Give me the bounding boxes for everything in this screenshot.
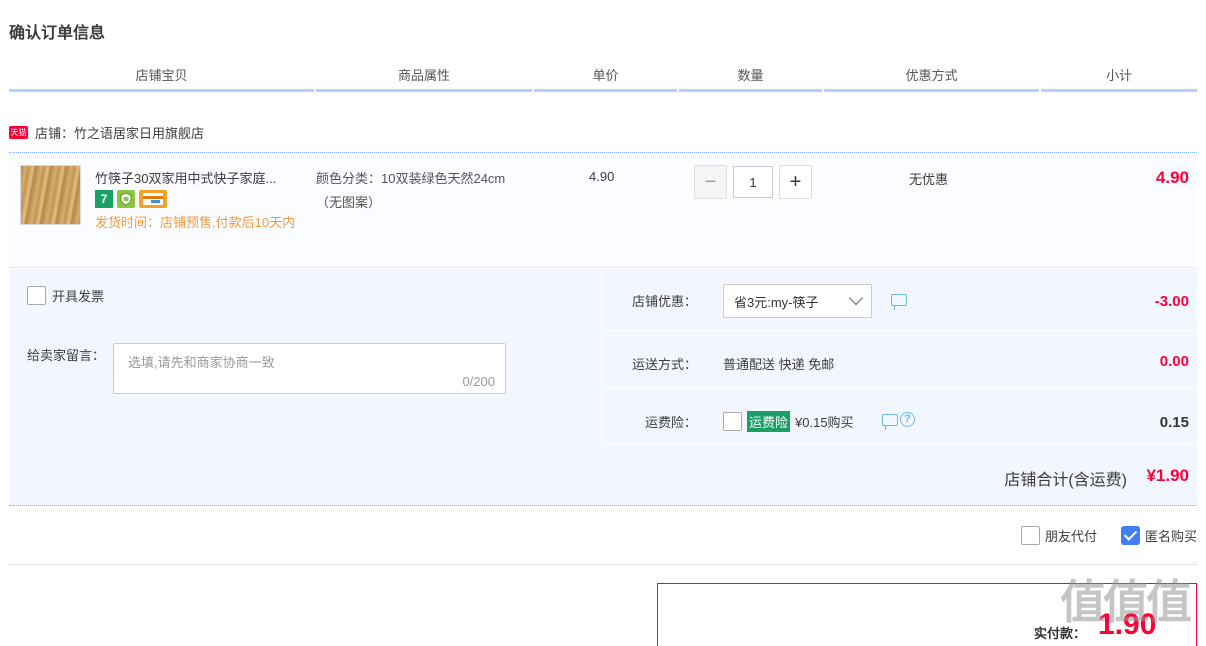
message-counter: 0/200 bbox=[462, 374, 495, 389]
unit-price: 4.90 bbox=[589, 169, 615, 184]
seven-day-return-icon[interactable]: 7 bbox=[95, 190, 113, 208]
shop-total-label: 店铺合计(含运费) bbox=[1004, 472, 1127, 489]
header-discount: 优惠方式 bbox=[824, 66, 1039, 92]
anonymous-checkbox[interactable] bbox=[1120, 526, 1140, 545]
invoice-label: 开具发票 bbox=[52, 289, 105, 304]
header-attributes: 商品属性 bbox=[316, 66, 532, 92]
seller-message-input[interactable]: 选填,请先和商家协商一致 0/200 bbox=[113, 343, 506, 394]
shipping-label: 运送方式： bbox=[631, 357, 697, 372]
ship-time-note: 发货时间：店铺预售,付款后10天内 bbox=[95, 215, 296, 230]
product-title[interactable]: 竹筷子30双家用中式快子家庭... bbox=[95, 168, 305, 187]
header-shop-item: 店铺宝贝 bbox=[9, 66, 314, 92]
insurance-label: 运费险： bbox=[644, 415, 697, 430]
shop-discount-selected: 省3元:my-筷子 bbox=[734, 294, 819, 310]
quantity-stepper: − + bbox=[694, 165, 812, 199]
page-title: 确认订单信息 bbox=[9, 25, 106, 42]
insurance-tag: 运费险 bbox=[747, 411, 791, 432]
anonymous-label: 匿名购买 bbox=[1144, 529, 1197, 544]
item-subtotal: 4.90 bbox=[1155, 168, 1189, 187]
order-options-panel: 开具发票 给卖家留言： 选填,请先和商家协商一致 0/200 店铺优惠： 省3元… bbox=[9, 269, 1197, 444]
shop-total-amount: ¥1.90 bbox=[1146, 466, 1189, 485]
chat-icon[interactable] bbox=[882, 414, 898, 430]
watermark: 值值值 bbox=[1060, 576, 1192, 628]
divider bbox=[9, 564, 1197, 565]
credit-card-icon[interactable] bbox=[139, 190, 167, 208]
options-right: 店铺优惠： 省3元:my-筷子 -3.00 运送方式： 普通配送 快递 免邮 0… bbox=[603, 269, 1197, 444]
header-unit-price: 单价 bbox=[534, 66, 677, 92]
insurance-price: ¥0.15购买 bbox=[795, 415, 854, 430]
service-badges: 7 bbox=[95, 190, 167, 208]
insurance-row: 运费险： 运费险 ¥0.15购买 ? 0.15 bbox=[603, 389, 1197, 444]
friend-pay-label: 朋友代付 bbox=[1044, 529, 1097, 544]
guarantee-shield-icon[interactable] bbox=[117, 190, 135, 208]
product-attributes: 颜色分类：10双装绿色天然24cm（无图案） bbox=[316, 171, 506, 210]
decrease-quantity-button[interactable]: − bbox=[694, 165, 727, 199]
shop-line: 天猫 店铺：竹之语居家日用旗舰店 bbox=[9, 122, 204, 142]
shop-total-bar: 店铺合计(含运费) ¥1.90 bbox=[9, 444, 1197, 506]
shop-discount-amount: -3.00 bbox=[1154, 293, 1189, 310]
tmall-icon: 天猫 bbox=[9, 125, 28, 139]
shop-name[interactable]: 店铺：竹之语居家日用旗舰店 bbox=[35, 123, 204, 142]
insurance-option[interactable]: 运费险 ¥0.15购买 bbox=[723, 411, 854, 432]
insurance-amount: 0.15 bbox=[1159, 414, 1189, 431]
order-table-header: 店铺宝贝 商品属性 单价 数量 优惠方式 小计 bbox=[9, 66, 1197, 92]
shipping-method: 普通配送 快递 免邮 bbox=[723, 357, 835, 372]
shipping-row: 运送方式： 普通配送 快递 免邮 0.00 bbox=[603, 331, 1197, 389]
chat-icon[interactable] bbox=[891, 294, 907, 310]
header-quantity: 数量 bbox=[679, 66, 822, 92]
invoice-option[interactable]: 开具发票 bbox=[27, 286, 104, 305]
help-icon[interactable]: ? bbox=[900, 412, 915, 427]
order-item-row: 竹筷子30双家用中式快子家庭... 7 发货时间：店铺预售,付款后10天内 颜色… bbox=[9, 152, 1197, 268]
shop-discount-select[interactable]: 省3元:my-筷子 bbox=[723, 284, 872, 318]
item-promo: 无优惠 bbox=[909, 172, 949, 187]
options-left: 开具发票 给卖家留言： 选填,请先和商家协商一致 0/200 bbox=[9, 269, 602, 444]
increase-quantity-button[interactable]: + bbox=[779, 165, 812, 199]
shipping-amount: 0.00 bbox=[1159, 353, 1189, 370]
header-subtotal: 小计 bbox=[1041, 66, 1197, 92]
chevron-down-icon bbox=[848, 290, 864, 306]
extra-options: 朋友代付 匿名购买 bbox=[1020, 526, 1197, 545]
shop-discount-label: 店铺优惠： bbox=[631, 294, 697, 309]
shop-discount-row: 店铺优惠： 省3元:my-筷子 -3.00 bbox=[603, 269, 1197, 331]
friend-pay-checkbox[interactable] bbox=[1020, 526, 1040, 545]
invoice-checkbox[interactable] bbox=[27, 286, 46, 305]
message-placeholder: 选填,请先和商家协商一致 bbox=[128, 355, 275, 370]
product-thumbnail[interactable] bbox=[20, 165, 81, 225]
friend-pay-option[interactable]: 朋友代付 bbox=[1020, 526, 1097, 545]
anonymous-option[interactable]: 匿名购买 bbox=[1120, 526, 1197, 545]
message-label: 给卖家留言： bbox=[27, 348, 106, 363]
quantity-input[interactable] bbox=[733, 166, 773, 198]
insurance-checkbox[interactable] bbox=[723, 412, 742, 431]
